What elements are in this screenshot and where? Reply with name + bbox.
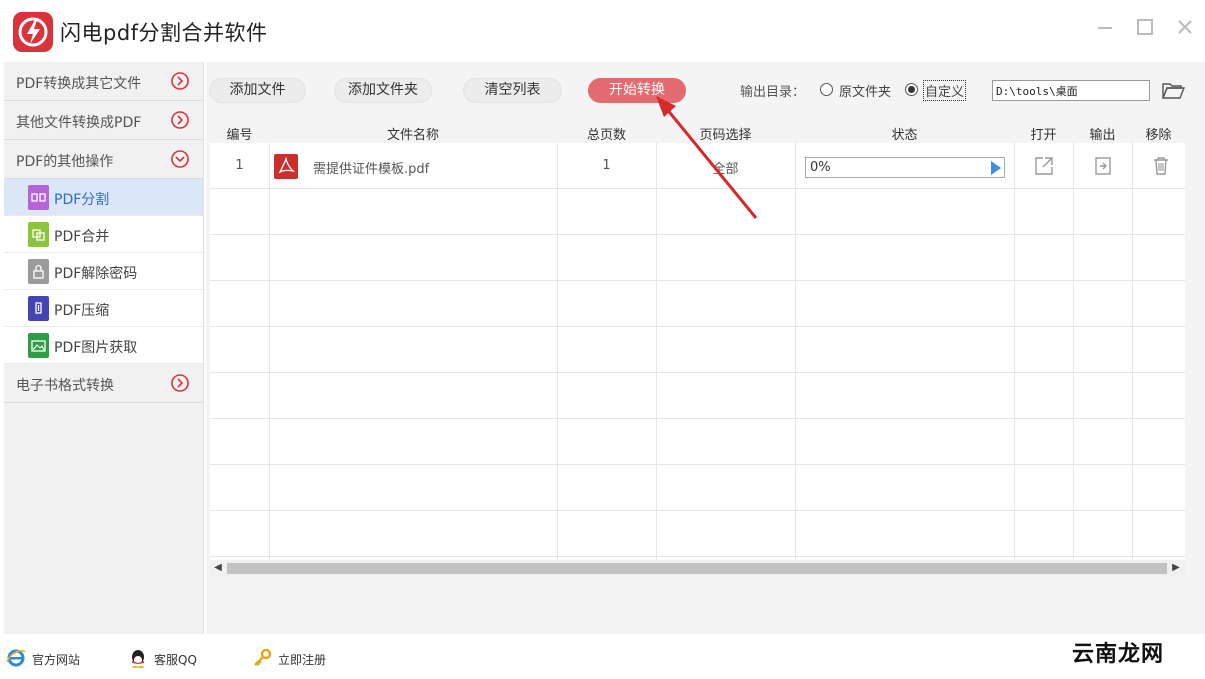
table-row-empty <box>210 373 1185 419</box>
table-row-empty <box>210 327 1185 373</box>
sidebar-group-pdf-to-other[interactable]: PDF转换成其它文件 <box>4 62 203 101</box>
table-row-empty <box>210 235 1185 281</box>
sidebar-group-label: PDF转换成其它文件 <box>16 76 142 92</box>
start-convert-button[interactable]: 开始转换 <box>588 78 686 103</box>
clear-list-button[interactable]: 清空列表 <box>463 78 562 103</box>
sidebar-group-label: 其他文件转换成PDF <box>16 115 142 131</box>
row-progress-bar: 0% <box>805 157 1005 178</box>
output-dir-label: 输出目录： <box>740 85 806 100</box>
trash-icon[interactable] <box>1150 155 1172 177</box>
folder-open-icon[interactable] <box>1161 79 1186 101</box>
pdf-file-icon <box>274 154 298 179</box>
col-header-open: 打开 <box>1030 128 1057 143</box>
chevron-right-icon[interactable] <box>170 110 190 130</box>
table-header: 编号 文件名称 总页数 页码选择 状态 打开 输出 移除 <box>210 120 1185 143</box>
radio-original-folder-label[interactable]: 原文件夹 <box>839 81 891 100</box>
col-header-pages: 总页数 <box>586 128 626 143</box>
table-row-empty <box>210 465 1185 511</box>
table-row-empty <box>210 419 1185 465</box>
sidebar-item-pdf-merge[interactable]: PDF合并 <box>4 216 203 253</box>
table-row[interactable]: 1 需提供证件模板.pdf 1 全部 0% <box>210 143 1185 189</box>
chevron-right-icon[interactable] <box>170 373 190 393</box>
col-header-output: 输出 <box>1089 128 1116 143</box>
table-row-empty <box>210 189 1185 235</box>
maximize-button[interactable] <box>1134 16 1156 38</box>
row-pages: 1 <box>602 158 611 173</box>
add-folder-button[interactable]: 添加文件夹 <box>334 78 432 103</box>
row-filename: 需提供证件模板.pdf <box>313 162 430 177</box>
sidebar-item-label: PDF解除密码 <box>54 266 138 282</box>
horizontal-scrollbar[interactable]: ◀ ▶ <box>210 560 1185 576</box>
merge-icon <box>28 222 49 247</box>
radio-original-folder[interactable] <box>820 83 833 96</box>
progress-text: 0% <box>810 160 831 175</box>
lock-icon <box>28 259 49 284</box>
watermark-text: 云南龙网 <box>1072 642 1165 667</box>
sidebar-item-label: PDF压缩 <box>54 303 110 319</box>
app-window: 闪电pdf分割合并软件 PDF转换成其它文件 其他文件转换成PDF PDF的其他… <box>0 0 1205 679</box>
add-file-button[interactable]: 添加文件 <box>209 78 306 103</box>
play-icon[interactable] <box>991 161 1001 175</box>
sidebar-item-label: PDF分割 <box>54 192 110 208</box>
output-icon[interactable] <box>1092 155 1114 177</box>
column-divider <box>1132 143 1133 560</box>
title-bar: 闪电pdf分割合并软件 <box>0 0 1205 62</box>
sidebar-item-pdf-compress[interactable]: PDF压缩 <box>4 290 203 327</box>
table-row-empty <box>210 511 1185 557</box>
key-icon <box>252 648 272 668</box>
qq-penguin-icon <box>128 648 148 668</box>
ie-icon <box>6 648 26 668</box>
close-button[interactable] <box>1174 16 1196 38</box>
sidebar: PDF转换成其它文件 其他文件转换成PDF PDF的其他操作 PDF分割 PDF… <box>4 62 204 634</box>
sidebar-group-ebook-convert[interactable]: 电子书格式转换 <box>4 364 203 403</box>
col-header-index: 编号 <box>226 128 253 143</box>
col-header-page-selection: 页码选择 <box>699 128 752 143</box>
col-header-filename: 文件名称 <box>386 128 439 143</box>
sidebar-item-pdf-unlock[interactable]: PDF解除密码 <box>4 253 203 290</box>
sidebar-group-label: PDF的其他操作 <box>16 154 114 170</box>
output-path-field[interactable]: D:\tools\桌面 <box>992 80 1150 101</box>
col-header-status: 状态 <box>891 128 918 143</box>
chevron-right-icon[interactable] <box>170 71 190 91</box>
website-label: 官方网站 <box>32 653 81 667</box>
sidebar-item-label: PDF合并 <box>54 229 110 245</box>
scroll-right-icon[interactable]: ▶ <box>1170 562 1182 574</box>
sidebar-item-pdf-split[interactable]: PDF分割 <box>4 179 203 216</box>
minimize-button[interactable] <box>1094 16 1116 38</box>
sidebar-group-other-to-pdf[interactable]: 其他文件转换成PDF <box>4 101 203 140</box>
sidebar-group-label: 电子书格式转换 <box>16 378 114 394</box>
table-row-empty <box>210 281 1185 327</box>
row-page-selection[interactable]: 全部 <box>656 158 795 177</box>
radio-custom-folder[interactable] <box>905 83 918 96</box>
image-icon <box>28 333 49 358</box>
toolbar: 添加文件 添加文件夹 清空列表 开始转换 输出目录： 原文件夹 自定义 D:\t… <box>206 62 1205 118</box>
scrollbar-thumb[interactable] <box>227 563 1167 574</box>
row-index: 1 <box>235 158 244 173</box>
split-icon <box>28 185 49 210</box>
column-divider <box>1014 143 1015 560</box>
chevron-down-icon[interactable] <box>170 149 190 169</box>
column-divider <box>557 143 558 560</box>
radio-custom-folder-label[interactable]: 自定义 <box>922 80 967 101</box>
file-table: 编号 文件名称 总页数 页码选择 状态 打开 输出 移除 1 需提供证件模板.p… <box>210 120 1185 560</box>
scroll-left-icon[interactable]: ◀ <box>212 562 224 574</box>
sidebar-item-label: PDF图片获取 <box>54 340 138 356</box>
bottom-bar: 官方网站 客服QQ 立即注册 <box>0 634 1205 679</box>
column-divider <box>1073 143 1074 560</box>
column-divider <box>656 143 657 560</box>
col-header-remove: 移除 <box>1145 128 1172 143</box>
support-label: 客服QQ <box>154 653 197 667</box>
sidebar-item-pdf-images[interactable]: PDF图片获取 <box>4 327 203 364</box>
column-divider <box>269 143 270 560</box>
open-external-icon[interactable] <box>1033 155 1055 177</box>
watermark: 云南龙网 <box>1070 616 1200 676</box>
register-label: 立即注册 <box>278 653 327 667</box>
main-panel: 添加文件 添加文件夹 清空列表 开始转换 输出目录： 原文件夹 自定义 D:\t… <box>206 62 1205 634</box>
app-title: 闪电pdf分割合并软件 <box>60 21 268 45</box>
compress-icon <box>28 296 49 321</box>
app-logo-icon <box>13 12 53 52</box>
column-divider <box>795 143 796 560</box>
sidebar-group-pdf-other-ops[interactable]: PDF的其他操作 <box>4 140 203 179</box>
